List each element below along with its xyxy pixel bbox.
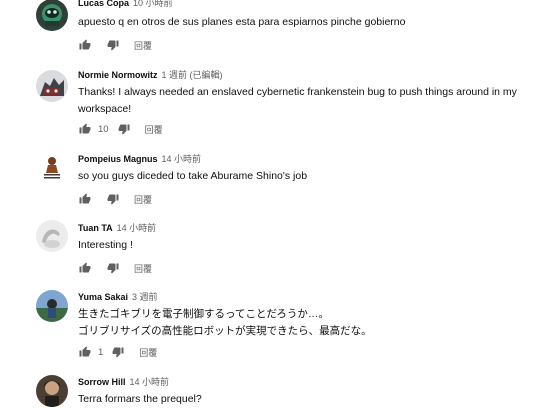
dislike-button[interactable]	[106, 192, 120, 206]
reply-button[interactable]: 回覆	[134, 262, 152, 275]
comment-thread: Pompeius Magnus 14 小時前 so you guys dicede…	[0, 146, 554, 210]
comment-line: Interesting !	[78, 239, 133, 251]
comment-thread: Normie Normowitz 1 週前 (已編輯) Thanks! I alw…	[0, 64, 554, 144]
avatar[interactable]	[36, 375, 68, 407]
comment-thread: Lucas Copa 10 小時前 apuesto q en otros de s…	[0, 0, 554, 58]
thumb-up-icon	[79, 346, 91, 357]
comment-time[interactable]: 14 小時前	[130, 377, 170, 387]
comment-actions: 回覆	[78, 191, 152, 207]
comment-time[interactable]: 14 小時前	[162, 154, 202, 164]
comment-text: 生きたゴキブリを電子制御するってことだろうか…。 ゴリブリサイズの高性能ロボット…	[78, 306, 528, 340]
like-button[interactable]	[78, 122, 92, 136]
comment-text: Thanks! I always needed an enslaved cybe…	[78, 84, 528, 118]
comment-thread: Yuma Sakai 3 週前 生きたゴキブリを電子制御するってことだろうか…。 …	[0, 284, 554, 364]
like-count: 1	[98, 346, 104, 358]
reply-button[interactable]: 回覆	[134, 39, 152, 52]
comment-text: Interesting !	[78, 237, 528, 254]
comment-author[interactable]: Normie Normowitz	[78, 70, 158, 80]
like-button[interactable]	[78, 345, 92, 359]
comment-thread: Tuan TA 14 小時前 Interesting ! 回覆	[0, 214, 554, 278]
comment-author[interactable]: Pompeius Magnus	[78, 154, 158, 164]
thumb-up-icon	[79, 262, 91, 273]
comment-time[interactable]: 10 小時前	[133, 0, 173, 8]
thumb-up-icon	[79, 39, 91, 50]
thumb-up-icon	[79, 193, 91, 204]
dislike-button[interactable]	[106, 261, 120, 275]
comment-line: Terra formars the prequel?	[78, 393, 202, 405]
avatar[interactable]	[36, 290, 68, 322]
dislike-button[interactable]	[117, 122, 131, 136]
dislike-button[interactable]	[111, 345, 125, 359]
avatar[interactable]	[36, 151, 68, 183]
like-count: 10	[98, 123, 109, 135]
comment-line: Thanks! I always needed an enslaved cybe…	[78, 86, 517, 98]
comments-section: Lucas Copa 10 小時前 apuesto q en otros de s…	[0, 0, 554, 409]
dislike-button[interactable]	[106, 38, 120, 52]
comment-actions: 1 回覆	[78, 344, 157, 360]
comment-time[interactable]: 3 週前	[132, 292, 158, 302]
comment-actions: 回覆	[78, 37, 152, 53]
thumb-down-icon	[107, 40, 119, 51]
avatar[interactable]	[36, 220, 68, 252]
like-button[interactable]	[78, 261, 92, 275]
reply-button[interactable]: 回覆	[139, 346, 157, 359]
comment-line: so you guys diceded to take Aburame Shin…	[78, 170, 308, 182]
comment-time[interactable]: 1 週前 (已編輯)	[162, 70, 223, 80]
like-button[interactable]	[78, 192, 92, 206]
comment-line: ゴリブリサイズの高性能ロボットが実現できたら、最高だな。	[78, 325, 372, 337]
comment-author[interactable]: Yuma Sakai	[78, 292, 128, 302]
comment-text: Terra formars the prequel?	[78, 391, 528, 408]
avatar[interactable]	[36, 0, 68, 31]
comment-author[interactable]: Sorrow Hill	[78, 377, 126, 387]
comment-thread: Sorrow Hill 14 小時前 Terra formars the preq…	[0, 370, 554, 409]
thumb-down-icon	[107, 194, 119, 205]
comment-text: so you guys diceded to take Aburame Shin…	[78, 168, 528, 185]
reply-button[interactable]: 回覆	[134, 193, 152, 206]
comment-line: workspace!	[78, 103, 132, 115]
comment-text: apuesto q en otros de sus planes esta pa…	[78, 14, 528, 31]
reply-button[interactable]: 回覆	[145, 123, 163, 136]
avatar[interactable]	[36, 70, 68, 102]
comment-author[interactable]: Tuan TA	[78, 223, 113, 233]
thumb-down-icon	[112, 347, 124, 358]
comment-line: 生きたゴキブリを電子制御するってことだろうか…。	[78, 308, 329, 320]
comment-author[interactable]: Lucas Copa	[78, 0, 129, 8]
comment-line: apuesto q en otros de sus planes esta pa…	[78, 16, 406, 28]
thumb-up-icon	[79, 123, 91, 134]
thumb-down-icon	[118, 124, 130, 135]
comment-actions: 回覆	[78, 260, 152, 276]
comment-actions: 10 回覆	[78, 121, 163, 137]
comment-time[interactable]: 14 小時前	[117, 223, 157, 233]
thumb-down-icon	[107, 263, 119, 274]
like-button[interactable]	[78, 38, 92, 52]
